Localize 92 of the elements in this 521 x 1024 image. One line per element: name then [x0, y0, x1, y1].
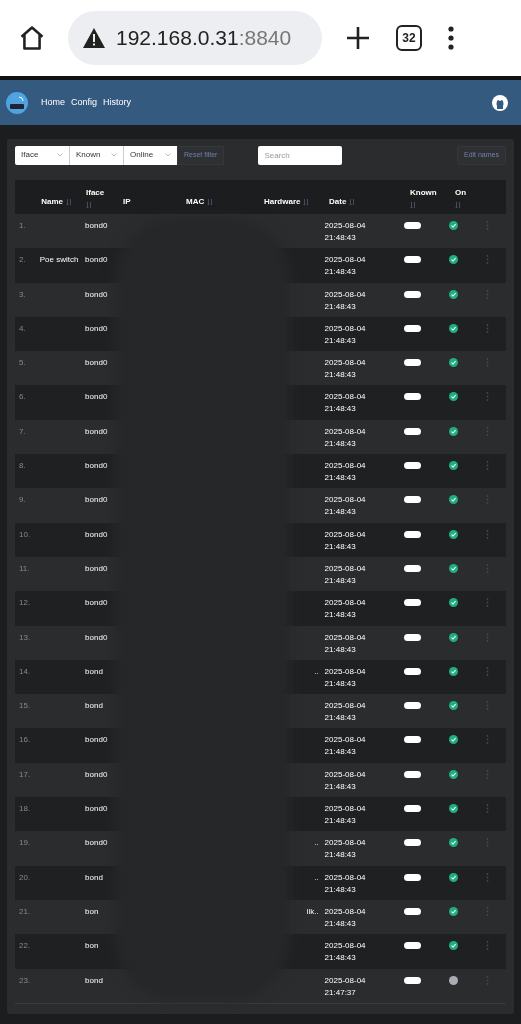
- nav-link[interactable]: Config: [71, 95, 98, 110]
- table-cell-text: 2025-08-04 21:48:43: [324, 391, 367, 416]
- row-number: 22.: [19, 941, 31, 951]
- table-cell: ..: [314, 872, 319, 882]
- table-cell-text: 2025-08-04 21:48:43: [324, 494, 367, 519]
- table-cell: bond0: [85, 563, 108, 573]
- table-cell-text: 2025-08-04 21:48:43: [324, 768, 367, 793]
- row-number: 18.: [19, 804, 31, 814]
- table-cell: bond0: [85, 221, 108, 230]
- row-number: 20.: [19, 872, 31, 882]
- url-text: 192.168.0.31:8840: [116, 25, 292, 52]
- table-cell: bond0: [85, 598, 108, 608]
- table-cell-text: 2025-08-04 21:48:43: [324, 665, 367, 690]
- row-number: 17.: [19, 769, 31, 779]
- column-header[interactable]: Date: [329, 196, 347, 208]
- address-bar[interactable]: 192.168.0.31:8840: [68, 11, 322, 65]
- row-number: 16.: [19, 735, 31, 745]
- column-header[interactable]: MAC: [186, 196, 205, 208]
- table-cell: bon: [85, 906, 99, 916]
- row-number: 14.: [19, 666, 31, 676]
- table-cell: bond0: [85, 426, 108, 436]
- table-cell-text: 2025-08-04 21:48:43: [324, 220, 367, 244]
- column-header[interactable]: On: [455, 186, 467, 199]
- filter-dropdown[interactable]: Known: [69, 145, 123, 165]
- table-cell-text: 2025-08-04 21:48:43: [324, 322, 367, 347]
- table-cell-text: 2025-08-04 21:48:43: [324, 940, 367, 965]
- tab-count-button[interactable]: 32: [396, 25, 422, 51]
- table-cell-text: 2025-08-04 21:48:43: [324, 254, 367, 279]
- table-cell: bond0: [85, 769, 108, 779]
- column-header[interactable]: Hardware: [264, 196, 301, 208]
- row-number: 12.: [19, 598, 31, 608]
- table-cell: lik..: [306, 906, 319, 916]
- table-cell-text: 2025-08-04 21:48:43: [324, 837, 367, 862]
- table-cell-text: 2025-08-04 21:48:43: [324, 425, 367, 450]
- table-cell: bond: [85, 666, 103, 676]
- table-cell-text: 2025-08-04 21:48:43: [324, 288, 367, 313]
- column-header[interactable]: Known: [410, 186, 437, 199]
- column-header[interactable]: Iface: [86, 186, 105, 199]
- table-cell: ..: [314, 666, 319, 676]
- table-cell: bond0: [85, 392, 108, 402]
- table-cell: bond: [85, 872, 103, 882]
- table-cell: ..: [314, 838, 319, 848]
- search-field[interactable]: Search: [258, 145, 343, 165]
- table-cell: bond0: [85, 323, 108, 333]
- table-cell: bond: [85, 701, 103, 711]
- table-cell-text: 2025-08-04 21:48:43: [324, 871, 367, 896]
- row-number: 3.: [19, 289, 26, 299]
- table-cell: bon: [85, 941, 99, 951]
- row-number: 15.: [19, 701, 31, 711]
- row-number: 4.: [19, 323, 26, 333]
- table-cell-text: 2025-08-04 21:48:43: [324, 528, 367, 553]
- nav-link[interactable]: Home: [41, 95, 65, 110]
- row-number: 10.: [19, 529, 31, 539]
- table-cell: bond0: [85, 289, 108, 299]
- row-number: 23.: [19, 975, 31, 985]
- column-header[interactable]: Name: [41, 196, 63, 208]
- row-number: 9.: [19, 495, 26, 505]
- table-cell: bond0: [85, 358, 108, 368]
- row-number: 7.: [19, 426, 26, 436]
- row-number: 1.: [19, 221, 26, 230]
- table-cell-text: 2025-08-04 21:48:43: [324, 562, 367, 587]
- table-cell: bond0: [85, 255, 108, 265]
- table-cell: bond0: [85, 838, 108, 848]
- table-cell: bond0: [85, 495, 108, 505]
- row-number: 13.: [19, 632, 31, 642]
- table-cell-text: 2025-08-04 21:48:43: [324, 357, 367, 382]
- table-cell: bond0: [85, 461, 108, 471]
- row-number: 5.: [19, 358, 26, 368]
- table-cell: bond0: [85, 735, 108, 745]
- filter-dropdown[interactable]: Iface: [15, 145, 69, 165]
- table-cell-text: 2025-08-04 21:47:37: [324, 974, 367, 999]
- table-cell: bond0: [85, 804, 108, 814]
- row-number: 11.: [19, 563, 30, 573]
- table-cell-text: 2025-08-04 21:48:43: [324, 734, 367, 759]
- table-cell-text: Poe switch: [39, 254, 80, 267]
- column-header[interactable]: IP: [123, 196, 131, 208]
- row-number: 19.: [19, 838, 31, 848]
- table-cell: bond0: [85, 632, 108, 642]
- table-cell-text: 2025-08-04 21:48:43: [324, 700, 367, 725]
- row-number: 2.: [19, 255, 26, 265]
- table-cell: bond0: [85, 529, 108, 539]
- table-cell-text: 2025-08-04 21:48:43: [324, 631, 367, 656]
- filter-dropdown[interactable]: Online: [123, 145, 177, 165]
- nav-link[interactable]: History: [103, 95, 132, 110]
- row-number: 8.: [19, 461, 26, 471]
- table-cell-text: 2025-08-04 21:48:43: [324, 597, 367, 622]
- row-number: 6.: [19, 392, 26, 402]
- table-cell-text: 2025-08-04 21:48:43: [324, 905, 367, 930]
- row-number: 21.: [19, 906, 31, 916]
- table-cell-text: 2025-08-04 21:48:43: [324, 460, 367, 485]
- table-cell: bond: [85, 975, 103, 985]
- table-cell-text: 2025-08-04 21:48:43: [324, 803, 367, 828]
